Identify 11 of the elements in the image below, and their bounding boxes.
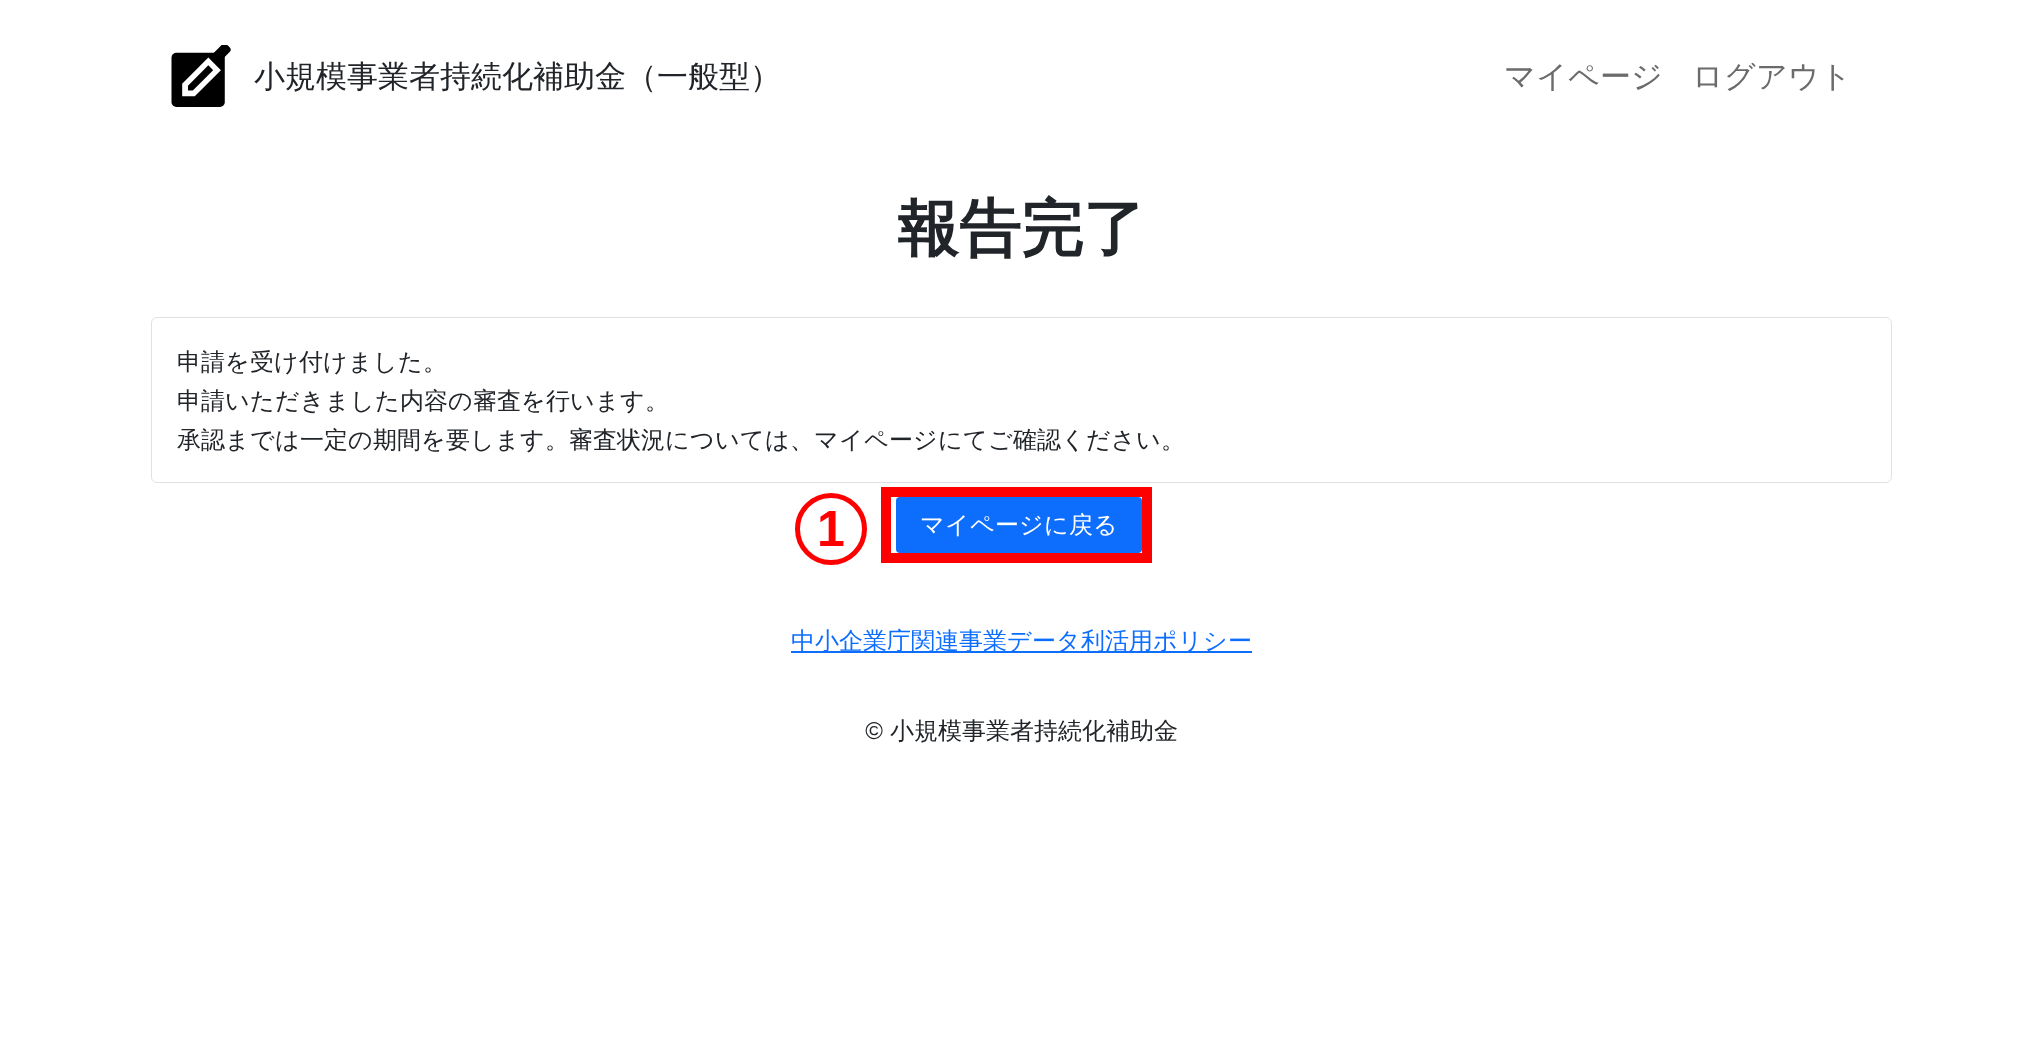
nav-link[interactable]: ログアウト bbox=[1692, 60, 1852, 92]
message-line: 申請いただきました内容の審査を行います。 bbox=[177, 386, 670, 416]
copyright-text: © 小規模事業者持続化補助金 bbox=[865, 716, 1178, 746]
page-title: 報告完了 bbox=[896, 192, 1147, 264]
nav-link[interactable]: マイページ bbox=[1504, 60, 1663, 92]
message-line: 承認までは一定の期間を要します。審査状況については、マイページにてご確認ください。 bbox=[177, 425, 1186, 455]
site-title: 小規模事業者持続化補助金（一般型） bbox=[254, 60, 781, 92]
policy-link[interactable]: 中小企業庁関連事業データ利活用ポリシー bbox=[791, 623, 1252, 659]
step-marker: 1 bbox=[795, 493, 867, 565]
message-line: 申請を受け付けました。 bbox=[177, 347, 448, 377]
back-to-mypage-button[interactable]: マイページに戻る bbox=[896, 497, 1142, 553]
